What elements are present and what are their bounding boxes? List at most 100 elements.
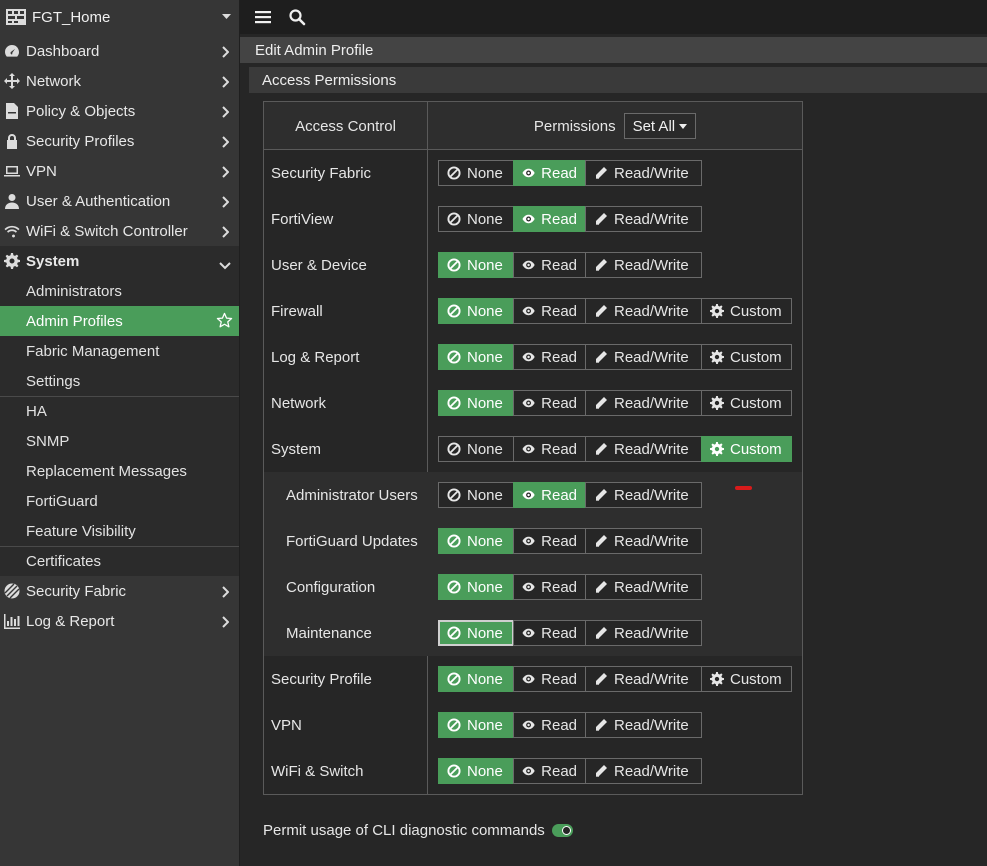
option-rw-button[interactable]: Read/Write: [585, 620, 702, 646]
chevron-down-icon: [219, 257, 231, 270]
nav-administrators[interactable]: Administrators: [0, 276, 239, 306]
option-custom-button[interactable]: Custom: [701, 436, 792, 462]
permission-label: WiFi & Switch: [271, 762, 364, 780]
option-read-button[interactable]: Read: [513, 252, 586, 278]
option-none-button[interactable]: None: [438, 436, 514, 462]
permission-row: Network None Read Read/Write Custom: [264, 380, 802, 426]
option-rw-button[interactable]: Read/Write: [585, 344, 702, 370]
option-rw-button[interactable]: Read/Write: [585, 758, 702, 784]
nav-policy-objects[interactable]: Policy & Objects: [0, 96, 239, 126]
option-none-button[interactable]: None: [438, 482, 514, 508]
option-none-button[interactable]: None: [438, 298, 514, 324]
nav-replacement-messages[interactable]: Replacement Messages: [0, 456, 239, 486]
permission-label: FortiView: [271, 210, 334, 228]
permission-label: Log & Report: [271, 348, 360, 366]
option-label: None: [467, 164, 503, 182]
nav-user-authentication[interactable]: User & Authentication: [0, 186, 239, 216]
nav-settings[interactable]: Settings: [0, 366, 239, 396]
nav-ha[interactable]: HA: [0, 396, 239, 426]
cli-diagnostic-toggle[interactable]: [551, 823, 573, 837]
option-none-button[interactable]: None: [438, 528, 514, 554]
nav-security-profiles[interactable]: Security Profiles: [0, 126, 239, 156]
option-read-button[interactable]: Read: [513, 574, 586, 600]
nav-dashboard[interactable]: Dashboard: [0, 36, 239, 66]
option-none-button[interactable]: None: [438, 666, 514, 692]
option-none-button[interactable]: None: [438, 712, 514, 738]
option-rw-button[interactable]: Read/Write: [585, 712, 702, 738]
option-none-button[interactable]: None: [438, 390, 514, 416]
nav-network[interactable]: Network: [0, 66, 239, 96]
nav-label: FortiGuard: [26, 492, 98, 510]
caret-down-icon: [679, 123, 688, 129]
option-read-button[interactable]: Read: [513, 528, 586, 554]
option-none-button[interactable]: None: [438, 758, 514, 784]
device-name: FGT_Home: [32, 8, 111, 26]
option-rw-button[interactable]: Read/Write: [585, 206, 702, 232]
option-none-button[interactable]: None: [438, 620, 514, 646]
option-read-button[interactable]: Read: [513, 620, 586, 646]
option-rw-button[interactable]: Read/Write: [585, 390, 702, 416]
permission-options: None Read Read/Write Custom: [438, 344, 792, 370]
set-all-dropdown[interactable]: Set All: [623, 113, 697, 139]
option-read-button[interactable]: Read: [513, 206, 586, 232]
option-none-button[interactable]: None: [438, 344, 514, 370]
nav-log-report[interactable]: Log & Report: [0, 606, 239, 636]
option-label: Custom: [730, 394, 782, 412]
pencil-icon: [596, 627, 607, 639]
nav-certificates[interactable]: Certificates: [0, 546, 239, 576]
nav-label: SNMP: [26, 432, 70, 450]
cli-diagnostic-label: Permit usage of CLI diagnostic commands: [263, 821, 545, 839]
option-read-button[interactable]: Read: [513, 344, 586, 370]
option-label: Read: [541, 670, 577, 688]
nav-feature-visibility[interactable]: Feature Visibility: [0, 516, 239, 546]
option-rw-button[interactable]: Read/Write: [585, 298, 702, 324]
nav-fortiguard[interactable]: FortiGuard: [0, 486, 239, 516]
nav-vpn[interactable]: VPN: [0, 156, 239, 186]
search-icon[interactable]: [286, 6, 308, 28]
option-rw-button[interactable]: Read/Write: [585, 252, 702, 278]
option-read-button[interactable]: Read: [513, 298, 586, 324]
option-read-button[interactable]: Read: [513, 758, 586, 784]
option-none-button[interactable]: None: [438, 252, 514, 278]
gear-icon: [710, 442, 724, 456]
device-selector[interactable]: FGT_Home: [0, 0, 239, 34]
option-read-button[interactable]: Read: [513, 666, 586, 692]
option-rw-button[interactable]: Read/Write: [585, 482, 702, 508]
lock-icon: [3, 132, 21, 150]
option-rw-button[interactable]: Read/Write: [585, 574, 702, 600]
nav-admin-profiles[interactable]: Admin Profiles: [0, 306, 239, 336]
option-rw-button[interactable]: Read/Write: [585, 160, 702, 186]
nav-system[interactable]: System: [0, 246, 239, 276]
option-label: None: [467, 578, 503, 596]
option-custom-button[interactable]: Custom: [701, 390, 792, 416]
option-read-button[interactable]: Read: [513, 436, 586, 462]
option-custom-button[interactable]: Custom: [701, 298, 792, 324]
option-none-button[interactable]: None: [438, 160, 514, 186]
option-read-button[interactable]: Read: [513, 482, 586, 508]
option-rw-button[interactable]: Read/Write: [585, 436, 702, 462]
permission-row: User & Device None Read Read/Write: [264, 242, 802, 288]
nav-fabric-management[interactable]: Fabric Management: [0, 336, 239, 366]
table-header: Access Control Permissions Set All: [264, 102, 802, 150]
option-custom-button[interactable]: Custom: [701, 666, 792, 692]
star-favorite-icon[interactable]: [216, 312, 233, 329]
gear-icon: [710, 672, 724, 686]
option-read-button[interactable]: Read: [513, 160, 586, 186]
chevron-right-icon: [222, 75, 230, 88]
chevron-right-icon: [222, 45, 230, 58]
option-rw-button[interactable]: Read/Write: [585, 528, 702, 554]
hamburger-menu-icon[interactable]: [252, 6, 274, 28]
permission-row: FortiView None Read Read/Write: [264, 196, 802, 242]
option-custom-button[interactable]: Custom: [701, 344, 792, 370]
nav-snmp[interactable]: SNMP: [0, 426, 239, 456]
none-circle-slash-icon: [447, 258, 461, 272]
option-read-button[interactable]: Read: [513, 390, 586, 416]
option-none-button[interactable]: None: [438, 206, 514, 232]
option-none-button[interactable]: None: [438, 574, 514, 600]
nav-wifi-switch-controller[interactable]: WiFi & Switch Controller: [0, 216, 239, 246]
nav-security-fabric[interactable]: Security Fabric: [0, 576, 239, 606]
nav-label: Fabric Management: [26, 342, 160, 360]
option-read-button[interactable]: Read: [513, 712, 586, 738]
fortigate-device-icon: [6, 9, 26, 25]
option-rw-button[interactable]: Read/Write: [585, 666, 702, 692]
